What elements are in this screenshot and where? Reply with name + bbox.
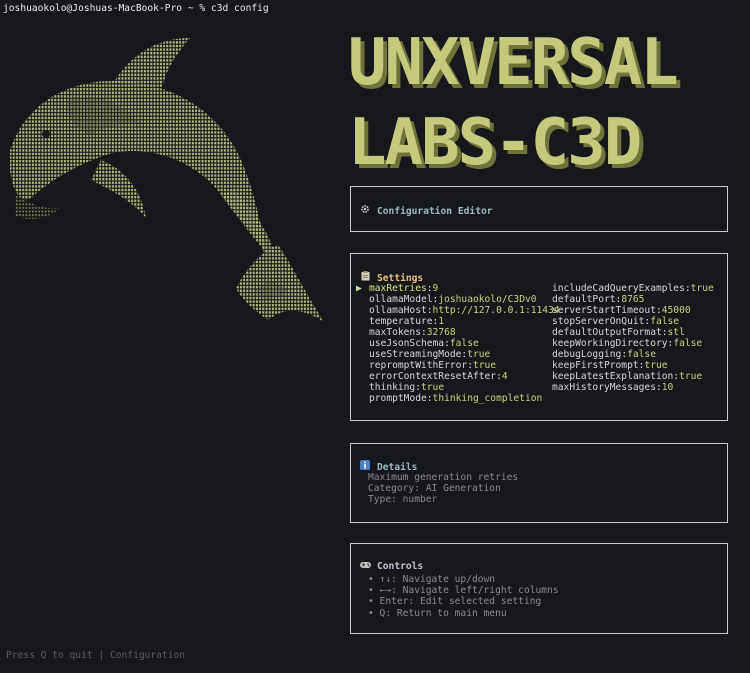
setting-row[interactable]: keepLatestExplanation:true [552,371,714,382]
banner-line1: UNXVERSAL [348,26,677,100]
gamepad-icon [359,561,371,572]
dolphin-ascii-art [10,38,324,322]
controls-title: Controls [377,561,424,572]
controls-panel: Controls • ↑↓: Navigate up/down • ←→: Na… [350,543,728,634]
gear-icon [359,204,371,217]
setting-row[interactable]: defaultPort:8765 [552,294,714,305]
settings-right-column: includeCadQueryExamples:true defaultPort… [552,283,714,393]
setting-row[interactable]: debugLogging:false [552,349,714,360]
setting-row[interactable]: serverStartTimeout:45000 [552,305,714,316]
setting-row[interactable]: repromptWithError:true [356,360,560,371]
app-banner: UNXVERSAL UNXVERSAL LABS-C3D LABS-C3D [348,26,683,182]
setting-row[interactable]: thinking:true [356,382,560,393]
setting-row[interactable]: ollamaModel:joshuaokolo/C3Dv0 [356,294,560,305]
setting-row[interactable]: useStreamingMode:true [356,349,560,360]
banner-line2: LABS-C3D [348,106,640,180]
settings-panel: Settings ▶ maxRetries:9 ollamaModel:joshu… [350,253,728,421]
terminal-prompt: joshuaokolo@Joshuas-MacBook-Pro ~ % c3d … [3,3,269,14]
setting-row[interactable]: defaultOutputFormat:stl [552,327,714,338]
configuration-editor-panel: Configuration Editor [350,186,728,232]
status-footer: Press Q to quit | Configuration [6,650,186,661]
setting-row[interactable]: errorContextResetAfter:4 [356,371,560,382]
setting-row[interactable]: includeCadQueryExamples:true [552,283,714,294]
settings-left-column: ▶ maxRetries:9 ollamaModel:joshuaokolo/C3… [356,283,560,404]
editor-title: Configuration Editor [377,206,493,217]
setting-row[interactable]: promptMode:thinking_completion [356,393,560,404]
details-text: Maximum generation retries Category: AI … [368,472,519,506]
setting-row[interactable]: useJsonSchema:false [356,338,560,349]
selection-pointer-icon: ▶ [356,283,362,294]
setting-row[interactable]: keepFirstPrompt:true [552,360,714,371]
setting-row[interactable]: ▶ maxRetries:9 [356,283,560,294]
setting-row[interactable]: keepWorkingDirectory:false [552,338,714,349]
details-panel: Details Maximum generation retries Categ… [350,443,728,523]
setting-row[interactable]: temperature:1 [356,316,560,327]
setting-row[interactable]: maxTokens:32768 [356,327,560,338]
setting-row[interactable]: maxHistoryMessages:10 [552,382,714,393]
setting-row[interactable]: stopServerOnQuit:false [552,316,714,327]
setting-row[interactable]: ollamaHost:http://127.0.0.1:11434 [356,305,560,316]
controls-help: • ↑↓: Navigate up/down • ←→: Navigate le… [368,574,559,619]
